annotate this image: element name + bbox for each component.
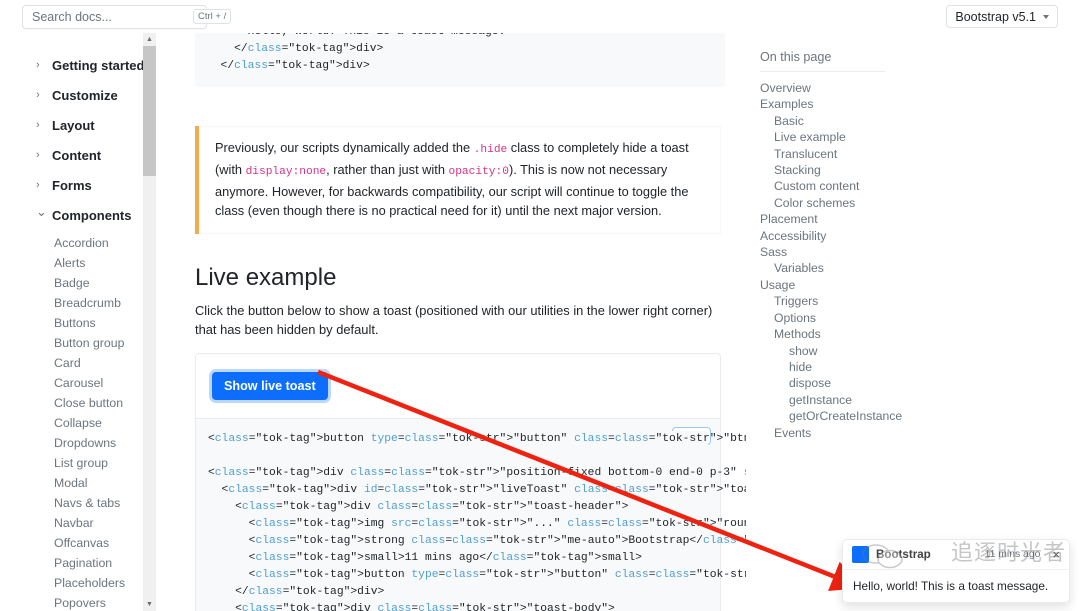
show-live-toast-button[interactable]: Show live toast — [212, 372, 328, 400]
search-input[interactable] — [32, 10, 193, 24]
search-box[interactable]: Ctrl + / — [22, 5, 207, 29]
callout-code-hide: .hide — [474, 144, 508, 156]
callout-text-1: Previously, our scripts dynamically adde… — [215, 140, 474, 155]
version-label: Bootstrap v5.1 — [955, 10, 1036, 24]
sidebar-section-label: Layout — [52, 118, 95, 133]
toc-item-methods[interactable]: Methods — [760, 326, 950, 342]
callout-code-display: display:none — [246, 166, 327, 178]
sidebar-section-label: Content — [52, 148, 101, 163]
toc-list: OverviewExamplesBasicLive exampleTranslu… — [760, 80, 950, 441]
toc-item-hide[interactable]: hide — [760, 359, 950, 375]
toc-item-accessibility[interactable]: Accessibility — [760, 228, 950, 244]
live-example-box: Show live toast — [195, 353, 721, 419]
toast-timestamp: 11 mins ago — [985, 549, 1041, 560]
section-description: Click the button below to show a toast (… — [195, 301, 721, 339]
chevron-right-icon: › — [36, 89, 45, 101]
toc-item-getorcreateinstance[interactable]: getOrCreateInstance — [760, 408, 950, 424]
live-toast: Bootstrap 11 mins ago × Hello, world! Th… — [842, 539, 1070, 603]
toc-item-triggers[interactable]: Triggers — [760, 293, 950, 309]
toast-body: Hello, world! This is a toast message. — [843, 570, 1069, 602]
top-bar: Ctrl + / Bootstrap v5.1 — [0, 0, 1080, 33]
toc-item-live-example[interactable]: Live example — [760, 129, 950, 145]
scroll-down-arrow-icon[interactable]: ▼ — [143, 598, 156, 611]
toc-item-translucent[interactable]: Translucent — [760, 146, 950, 162]
toast-title: Bootstrap — [876, 548, 978, 561]
toc-item-usage[interactable]: Usage — [760, 277, 950, 293]
sidebar-section-label: Customize — [52, 88, 118, 103]
browser-page: Ctrl + / Bootstrap v5.1 <class="tok-tag"… — [0, 0, 1080, 611]
chevron-right-icon: › — [36, 179, 45, 191]
version-selector[interactable]: Bootstrap v5.1 — [946, 5, 1058, 28]
toc-item-overview[interactable]: Overview — [760, 80, 950, 96]
sidebar-nav: › Getting started › Customize › Layout › Conten… — [0, 33, 170, 611]
toc-item-show[interactable]: show — [760, 343, 950, 359]
toast-close-icon[interactable]: × — [1047, 548, 1060, 561]
chevron-right-icon: › — [36, 149, 45, 161]
main-content: <class="tok-tag">button type=class="tok-… — [170, 0, 746, 611]
toc-divider — [760, 71, 885, 72]
toc-title: On this page — [760, 50, 950, 64]
toc-item-dispose[interactable]: dispose — [760, 375, 950, 391]
callout-code-opacity: opacity:0 — [449, 166, 509, 178]
code-block-live-example: <class="tok-tag">button type=class="tok-… — [208, 431, 708, 611]
sidebar-scrollbar-thumb[interactable] — [143, 46, 156, 176]
callout-text-3: , rather than just with — [326, 162, 448, 177]
code-example-container: Copy <class="tok-tag">button type=class=… — [195, 419, 721, 611]
toc-item-variables[interactable]: Variables — [760, 260, 950, 276]
chevron-down-icon: ⌄ — [36, 204, 45, 220]
toc-item-getinstance[interactable]: getInstance — [760, 392, 950, 408]
toc-item-stacking[interactable]: Stacking — [760, 162, 950, 178]
chevron-down-icon — [1043, 15, 1049, 19]
toc-item-events[interactable]: Events — [760, 425, 950, 441]
scroll-up-arrow-icon[interactable]: ▲ — [143, 33, 156, 46]
chevron-right-icon: › — [36, 59, 45, 71]
sidebar-section-label: Getting started — [52, 58, 144, 73]
toc-item-custom-content[interactable]: Custom content — [760, 178, 950, 194]
toast-header: Bootstrap 11 mins ago × — [843, 540, 1069, 570]
on-this-page-toc: On this page OverviewExamplesBasicLive e… — [760, 50, 950, 441]
toc-item-sass[interactable]: Sass — [760, 244, 950, 260]
page-section-title: Live example — [195, 264, 721, 292]
toc-item-placement[interactable]: Placement — [760, 211, 950, 227]
toc-item-color-schemes[interactable]: Color schemes — [760, 195, 950, 211]
sidebar-section-label: Forms — [52, 178, 92, 193]
toc-item-options[interactable]: Options — [760, 310, 950, 326]
toc-item-basic[interactable]: Basic — [760, 113, 950, 129]
toc-item-examples[interactable]: Examples — [760, 96, 950, 112]
toast-avatar-icon — [852, 546, 869, 563]
chevron-right-icon: › — [36, 119, 45, 131]
search-shortcut-hint: Ctrl + / — [193, 9, 231, 24]
sidebar-section-label: Components — [52, 208, 131, 223]
callout-note: Previously, our scripts dynamically adde… — [195, 126, 721, 234]
